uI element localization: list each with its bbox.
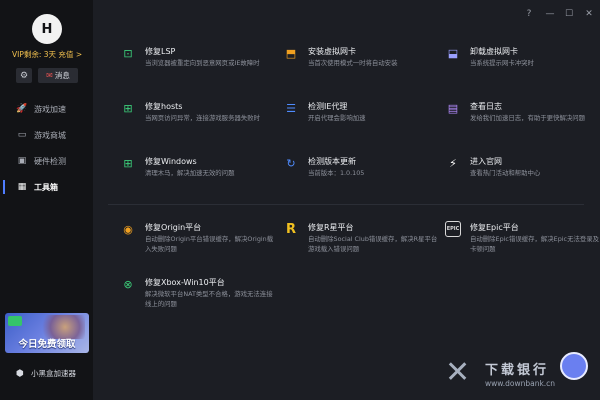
origin-icon: ◉ — [123, 222, 133, 236]
tool-open-website[interactable]: ⚡ 进入官网 查看热门活动和帮助中心 — [445, 155, 595, 189]
website-icon: ⚡ — [449, 156, 457, 170]
sidebar: H VIP剩余: 3天 充值 > ⚙ ✉ 消息 🚀 游戏加速 ▭ 游戏商城 ▣ … — [0, 0, 93, 400]
rocket-icon: 🚀 — [16, 104, 28, 114]
tool-description: 自动删除Social Club错误缓存，解决R星平台游戏载入错误问题 — [308, 235, 438, 253]
shop-icon: ▭ — [17, 130, 27, 140]
vip-remaining-link[interactable]: VIP剩余: 3天 充值 > — [12, 49, 90, 60]
tool-title: 安装虚拟网卡 — [308, 47, 356, 56]
tool-install-virtual-nic[interactable]: ⬒ 安装虚拟网卡 当首次使用模式一时将自动安装 — [283, 45, 433, 79]
floating-assistant-button[interactable] — [560, 352, 588, 380]
tool-title: 修复R星平台 — [308, 223, 354, 232]
settings-button[interactable]: ⚙ — [16, 68, 32, 83]
nav-item-hardware-check[interactable]: ▣ 硬件检测 — [0, 152, 93, 170]
tool-title: 修复Origin平台 — [145, 223, 202, 232]
tool-check-update[interactable]: ↻ 检测版本更新 当前版本：1.0.105 — [283, 155, 433, 189]
tool-title: 修复Epic平台 — [470, 223, 519, 232]
gear-icon: ⚙ — [19, 70, 29, 81]
promo-badge — [8, 316, 22, 326]
brand-footer: ⬢ 小黑盒加速器 — [16, 368, 76, 379]
tool-repair-rockstar[interactable]: R 修复R星平台 自动删除Social Club错误缓存，解决R星平台游戏载入错… — [283, 221, 437, 255]
promo-banner[interactable]: 今日免费领取 — [5, 313, 89, 353]
tool-title: 修复hosts — [145, 102, 183, 111]
active-indicator — [3, 180, 5, 194]
tool-repair-xbox[interactable]: ⊗ 修复Xbox-Win10平台 解决微软平台NAT类型不合格，游戏无法连接线上… — [120, 276, 272, 310]
tool-description: 自动删除Epic错误缓存，解决Epic无法登录及卡顿问题 — [470, 235, 600, 253]
log-icon: ▤ — [447, 101, 459, 115]
monitor-icon: ▣ — [17, 156, 27, 166]
tool-title: 查看日志 — [470, 102, 502, 111]
tool-view-logs[interactable]: ▤ 查看日志 发给我们加速日志，有助于更快解决问题 — [445, 100, 595, 134]
tool-description: 查看热门活动和帮助中心 — [470, 169, 541, 177]
tool-repair-lsp[interactable]: ⊡ 修复LSP 当浏览器被重定向到恶意网页或IE故障时 — [120, 45, 270, 79]
messages-button[interactable]: ✉ 消息 — [38, 68, 78, 83]
tool-repair-epic[interactable]: EPIC 修复Epic平台 自动删除Epic错误缓存，解决Epic无法登录及卡顿… — [445, 221, 599, 255]
tool-repair-windows[interactable]: ⊞ 修复Windows 清理木马，解决加速无效的问题 — [120, 155, 270, 189]
watermark-name: 下载银行 — [485, 363, 550, 378]
watermark-url: www.downbank.cn — [485, 379, 556, 388]
brand-logo-icon: ⬢ — [16, 368, 24, 379]
xbox-icon: ⊗ — [123, 277, 133, 291]
lsp-repair-icon: ⊡ — [123, 46, 133, 60]
tool-repair-origin[interactable]: ◉ 修复Origin平台 自动删除Origin平台错误缓存，解决Origin载入… — [120, 221, 273, 255]
nav-item-label: 硬件检测 — [34, 156, 66, 166]
ie-proxy-icon: ☰ — [286, 101, 296, 115]
app-logo: H — [32, 14, 62, 44]
tool-description: 开启代理会影响加速 — [308, 114, 366, 122]
logo-glyph: H — [41, 21, 53, 37]
tool-title: 修复Xbox-Win10平台 — [145, 278, 225, 287]
mail-icon: ✉ — [46, 71, 53, 80]
nav-item-toolbox[interactable]: ▦ 工具箱 — [0, 178, 93, 196]
nav-item-game-accelerate[interactable]: 🚀 游戏加速 — [0, 100, 93, 118]
promo-text: 今日免费领取 — [18, 339, 76, 350]
tool-repair-hosts[interactable]: ⊞ 修复hosts 当网页访问异常，连接游戏服务器失败时 — [120, 100, 270, 134]
tool-title: 进入官网 — [470, 157, 502, 166]
help-icon[interactable]: ? — [524, 9, 534, 19]
hosts-repair-icon: ⊞ — [123, 101, 133, 115]
brand-name: 小黑盒加速器 — [31, 369, 76, 378]
tool-description: 当系统提示网卡冲突时 — [470, 59, 534, 67]
tool-title: 检测版本更新 — [308, 157, 356, 166]
update-icon: ↻ — [286, 156, 296, 170]
tool-description: 当网页访问异常，连接游戏服务器失败时 — [145, 114, 261, 122]
tool-title: 修复LSP — [145, 47, 176, 56]
section-divider — [108, 204, 584, 205]
tool-description: 当前版本：1.0.105 — [308, 169, 365, 177]
epic-icon: EPIC — [445, 221, 461, 237]
close-icon[interactable]: ✕ — [584, 9, 594, 19]
nav-item-label: 游戏加速 — [34, 104, 66, 114]
tool-description: 当浏览器被重定向到恶意网页或IE故障时 — [145, 59, 260, 67]
tool-title: 修复Windows — [145, 157, 197, 166]
messages-label: 消息 — [54, 71, 70, 80]
windows-icon: ⊞ — [123, 156, 133, 170]
nav-item-label: 工具箱 — [34, 182, 58, 192]
tool-description: 发给我们加速日志，有助于更快解决问题 — [470, 114, 586, 122]
watermark-logo-icon: ✕ — [445, 355, 471, 390]
tool-uninstall-virtual-nic[interactable]: ⬓ 卸载虚拟网卡 当系统提示网卡冲突时 — [445, 45, 595, 79]
install-nic-icon: ⬒ — [285, 46, 297, 60]
tool-title: 卸载虚拟网卡 — [470, 47, 518, 56]
nav-item-label: 游戏商城 — [34, 130, 66, 140]
rockstar-icon: R — [285, 221, 296, 237]
tool-description: 解决微软平台NAT类型不合格，游戏无法连接线上的问题 — [145, 290, 273, 308]
grid-icon: ▦ — [17, 182, 27, 192]
maximize-icon[interactable]: ☐ — [564, 9, 574, 19]
tool-check-ie-proxy[interactable]: ☰ 检测IE代理 开启代理会影响加速 — [283, 100, 433, 134]
tool-description: 自动删除Origin平台错误缓存，解决Origin载入失败问题 — [145, 235, 274, 253]
tool-title: 检测IE代理 — [308, 102, 348, 111]
tool-description: 当首次使用模式一时将自动安装 — [308, 59, 398, 67]
uninstall-nic-icon: ⬓ — [447, 46, 459, 60]
tool-description: 清理木马，解决加速无效的问题 — [145, 169, 235, 177]
nav-item-game-shop[interactable]: ▭ 游戏商城 — [0, 126, 93, 144]
minimize-icon[interactable]: — — [545, 9, 555, 19]
